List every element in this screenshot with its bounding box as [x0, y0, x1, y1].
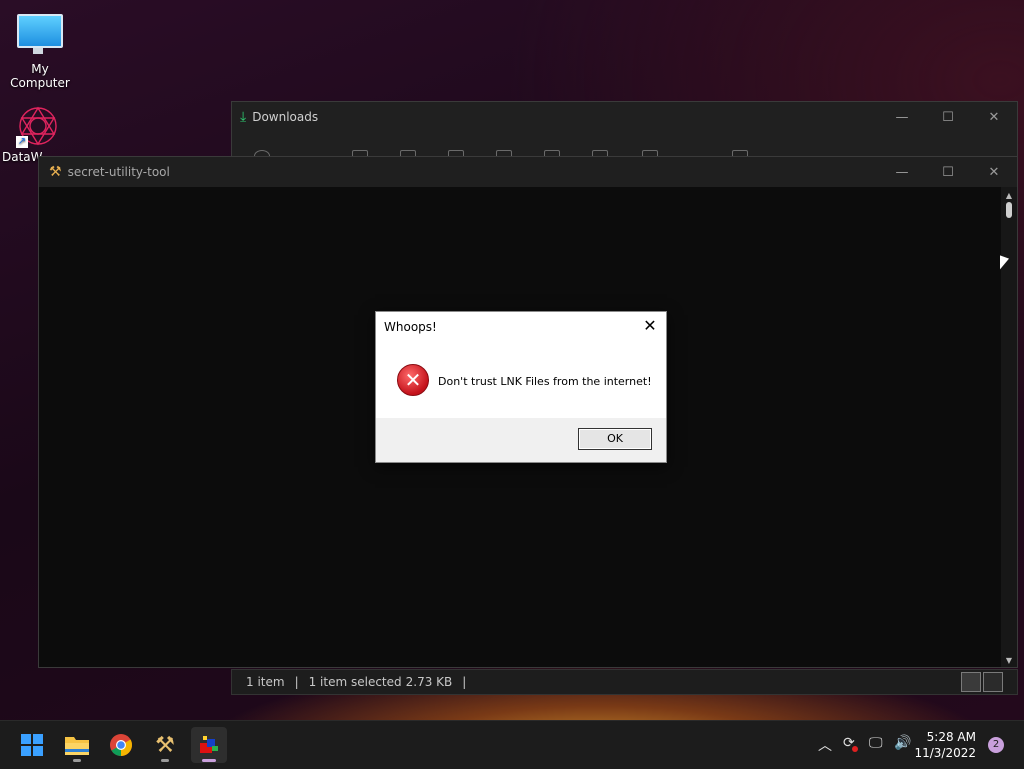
dialog-title: Whoops! — [384, 320, 437, 334]
downloads-status-bar: 1 item | 1 item selected 2.73 KB | — [231, 669, 1018, 695]
scrollbar-thumb[interactable] — [1006, 202, 1012, 218]
minimize-button[interactable]: — — [879, 102, 925, 132]
tiles-view-button[interactable] — [983, 672, 1003, 692]
ok-button[interactable]: OK — [578, 428, 652, 450]
selected-size: 2.73 KB — [405, 675, 453, 689]
mouse-cursor-icon — [1000, 255, 1009, 273]
desktop-icon-dataw[interactable]: ↗ DataW — [0, 104, 78, 164]
sync-alert-dot — [852, 746, 858, 752]
clock-time: 5:28 AM — [926, 730, 976, 744]
secret-utility-icon — [200, 736, 218, 753]
taskbar-file-explorer[interactable] — [59, 727, 95, 763]
minimize-button[interactable]: — — [879, 157, 925, 187]
status-separator: | — [462, 675, 467, 689]
downloads-titlebar[interactable]: ⤓ Downloads — ☐ ✕ — [232, 102, 1017, 132]
maximize-button[interactable]: ☐ — [925, 157, 971, 187]
maximize-button[interactable]: ☐ — [925, 102, 971, 132]
desktop-icon-my-computer[interactable]: My Computer — [0, 4, 80, 90]
network-icon[interactable]: 🖵 — [869, 735, 883, 751]
chevron-up-icon[interactable]: ︿ — [818, 735, 832, 755]
start-icon — [21, 734, 43, 756]
file-explorer-icon — [65, 737, 89, 755]
scroll-down-arrow[interactable]: ▼ — [1001, 656, 1017, 665]
window-title: secret-utility-tool — [67, 165, 170, 179]
dialog-message: Don't trust LNK Files from the internet! — [438, 375, 652, 388]
error-dialog[interactable]: Whoops! ✕ ✕ Don't trust LNK Files from t… — [375, 311, 667, 463]
window-title: Downloads — [252, 110, 319, 124]
shortcut-arrow-icon: ↗ — [16, 136, 28, 148]
notification-badge[interactable]: 2 — [988, 737, 1004, 753]
chrome-icon — [110, 734, 132, 756]
running-indicator — [161, 759, 169, 762]
secret-utility-titlebar[interactable]: ⚒ secret-utility-tool — ☐ ✕ — [39, 157, 1017, 187]
clock-date: 11/3/2022 — [914, 746, 976, 760]
hammer-icon: ⚒ — [49, 164, 62, 180]
error-icon: ✕ — [397, 364, 429, 396]
volume-icon[interactable]: 🔊 — [894, 735, 911, 751]
taskbar: ⚒ ︿ ⟳ 🖵 🔊 5:28 AM 11/3/2022 2 — [0, 720, 1024, 769]
item-count: 1 item — [246, 675, 285, 689]
taskbar-chrome[interactable] — [103, 727, 139, 763]
dialog-close-button[interactable]: ✕ — [640, 316, 660, 336]
taskbar-utility[interactable]: ⚒ — [147, 727, 183, 763]
tool-icon: ⚒ — [155, 732, 175, 758]
close-button[interactable]: ✕ — [971, 102, 1017, 132]
details-view-button[interactable] — [961, 672, 981, 692]
dialog-body: ✕ Don't trust LNK Files from the interne… — [376, 342, 666, 418]
scroll-up-arrow[interactable]: ▲ — [1001, 191, 1017, 200]
close-button[interactable]: ✕ — [971, 157, 1017, 187]
datawave-shortcut-icon: ↗ — [16, 104, 60, 148]
download-icon: ⤓ — [240, 109, 247, 125]
computer-icon — [17, 14, 63, 54]
status-separator: | — [294, 675, 299, 689]
selected-count: 1 item selected — [308, 675, 402, 689]
running-indicator — [73, 759, 81, 762]
desktop-icon-label: My Computer — [10, 62, 70, 90]
active-indicator — [202, 759, 216, 762]
clock[interactable]: 5:28 AM 11/3/2022 — [914, 729, 976, 761]
start-button[interactable] — [14, 727, 50, 763]
taskbar-secret-utility[interactable] — [191, 727, 227, 763]
dialog-footer: OK — [376, 418, 666, 462]
